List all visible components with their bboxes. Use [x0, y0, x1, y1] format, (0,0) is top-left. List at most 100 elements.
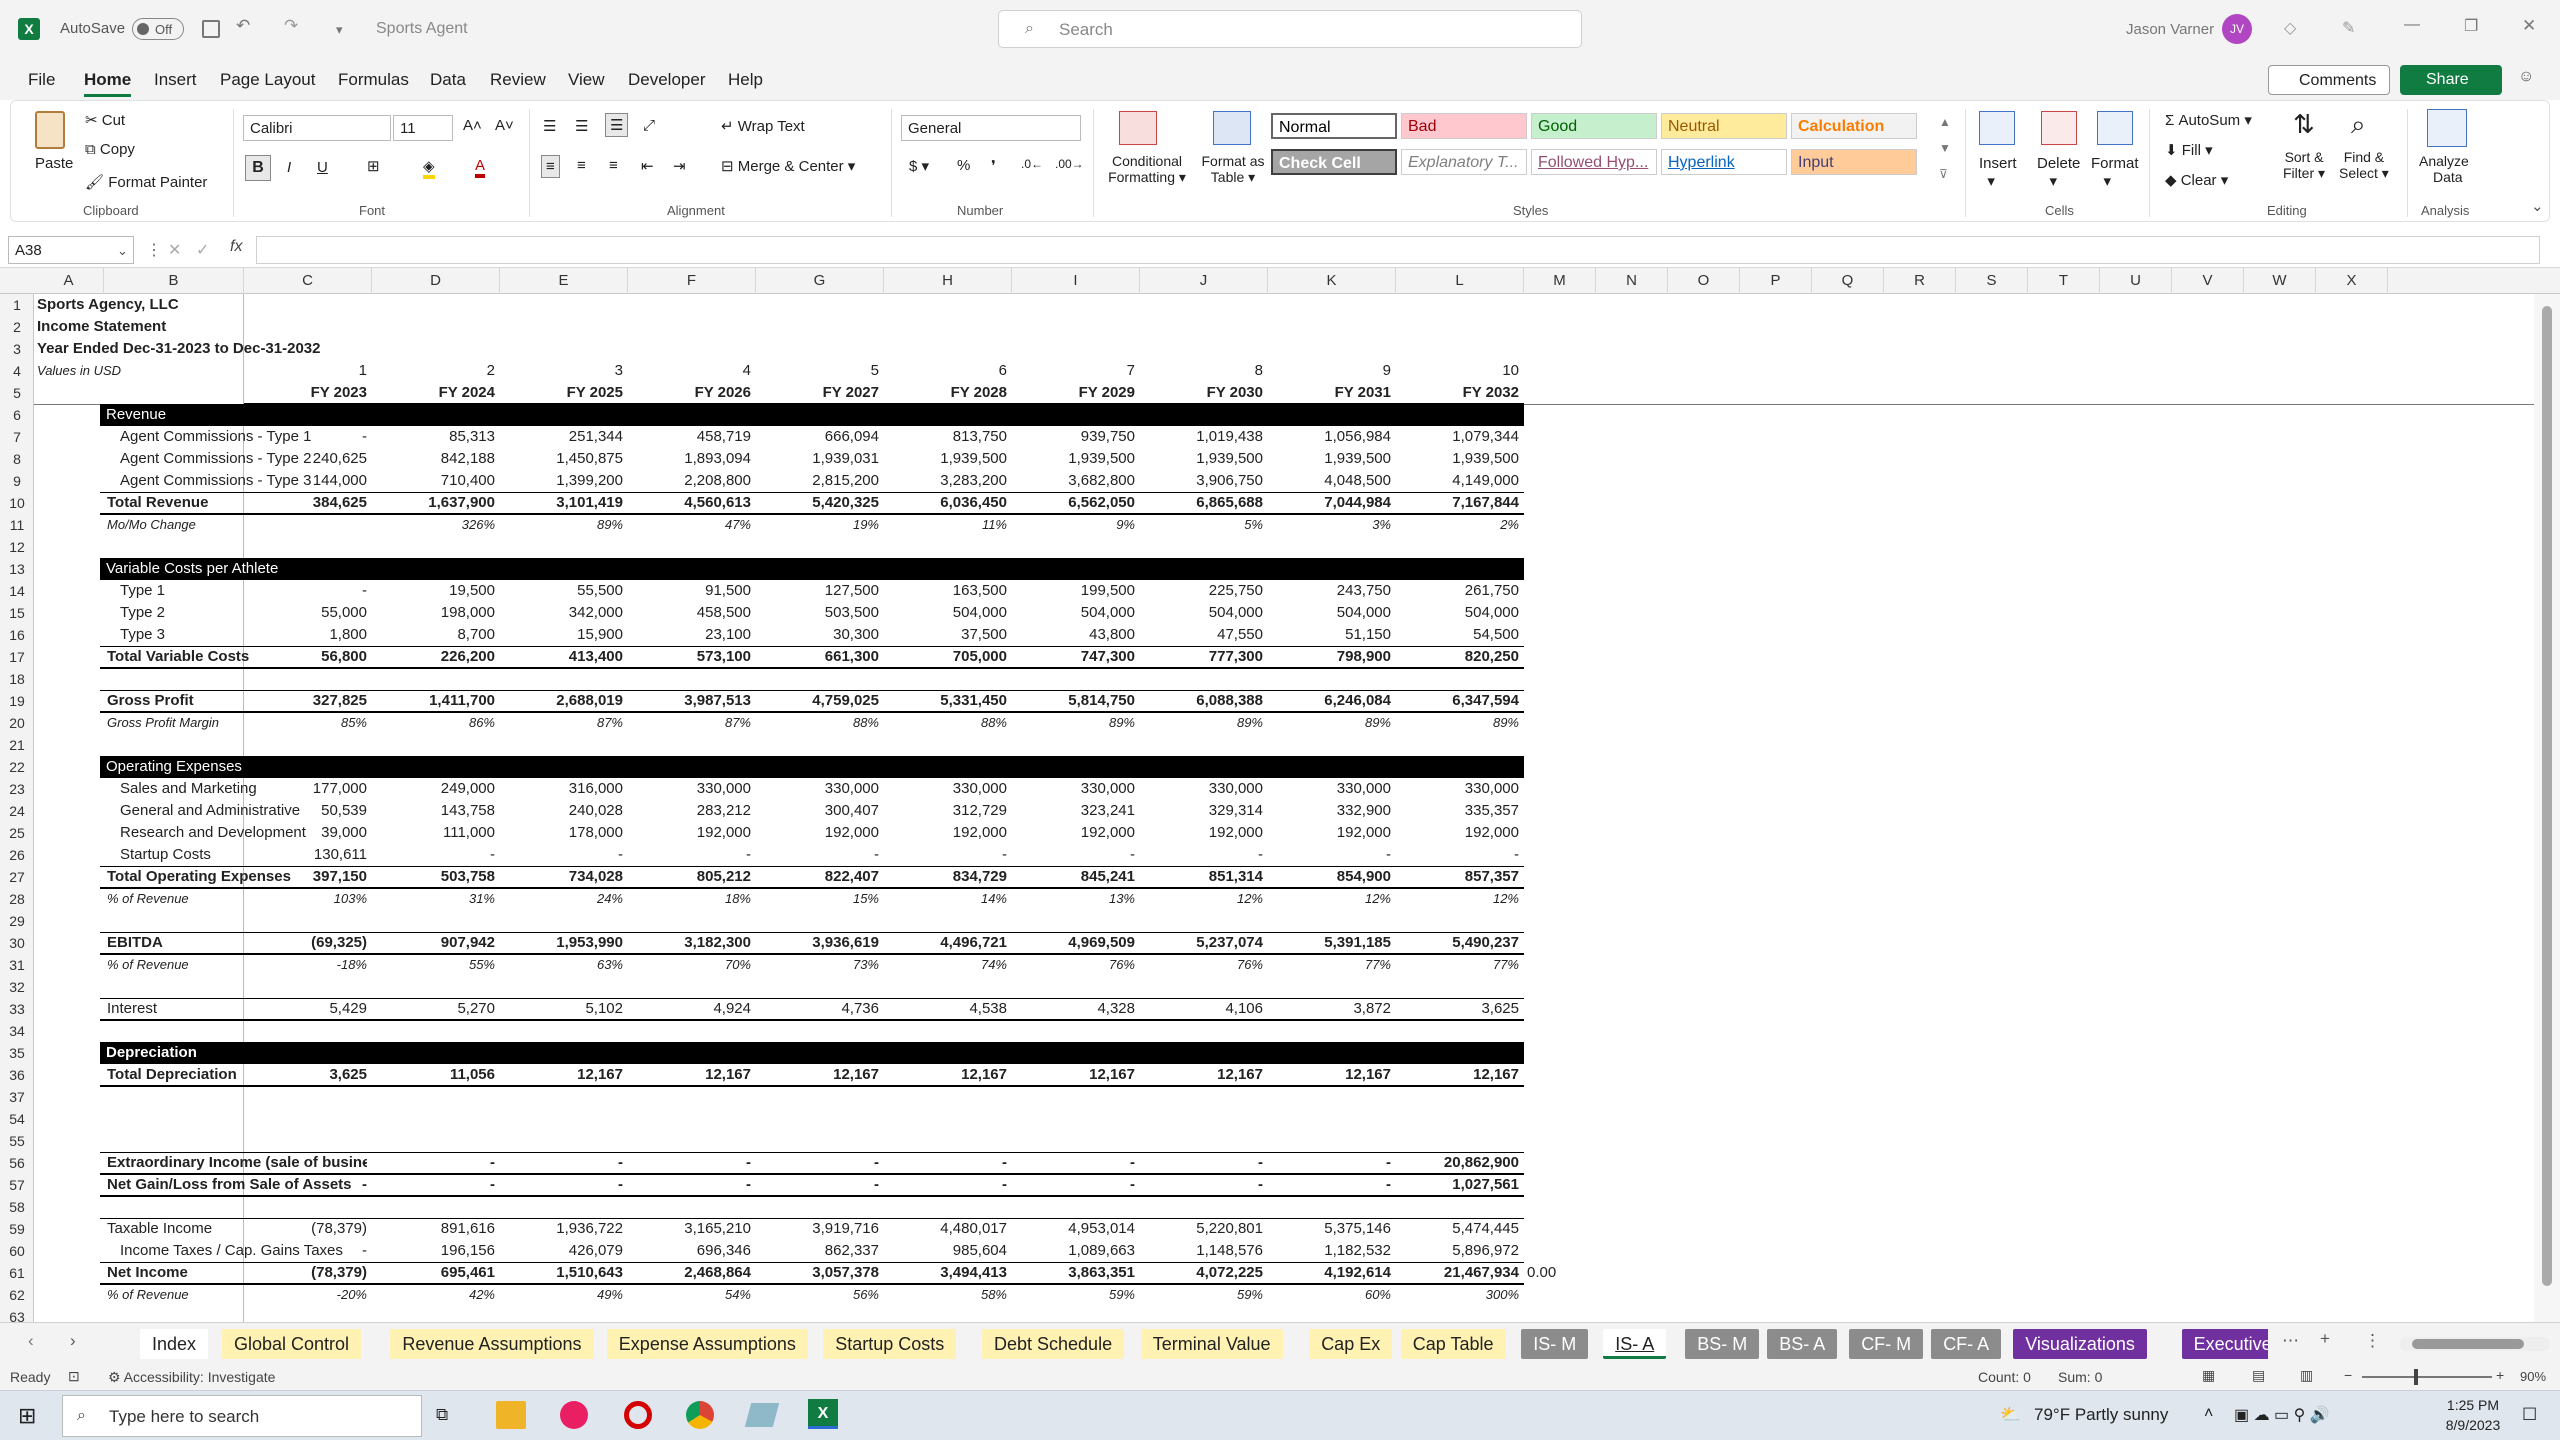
row-header-27[interactable]: 27	[0, 866, 34, 888]
row-header-35[interactable]: 35	[0, 1042, 34, 1064]
row-header-32[interactable]: 32	[0, 976, 34, 998]
tray-icons[interactable]: ▣ ☁ ▭ ⚲ 🔊	[2234, 1405, 2330, 1425]
row-header-55[interactable]: 55	[0, 1130, 34, 1152]
format-cells-icon[interactable]	[2097, 111, 2133, 145]
row-header-37[interactable]: 37	[0, 1086, 34, 1108]
row-header-54[interactable]: 54	[0, 1108, 34, 1130]
macro-record-icon[interactable]: ⊡	[68, 1368, 80, 1385]
undo-icon[interactable]: ↶	[236, 16, 250, 36]
row-header-4[interactable]: 4	[0, 360, 34, 382]
menu-page-layout[interactable]: Page Layout	[220, 70, 315, 90]
row-header-59[interactable]: 59	[0, 1218, 34, 1240]
align-right-icon[interactable]: ≡	[609, 157, 618, 174]
zoom-slider-handle[interactable]	[2414, 1369, 2418, 1385]
row-header-7[interactable]: 7	[0, 426, 34, 448]
feedback-icon[interactable]: ☺	[2518, 68, 2534, 86]
column-header-c[interactable]: C	[244, 268, 372, 294]
maximize-icon[interactable]: ❐	[2464, 16, 2478, 36]
zoom-slider[interactable]	[2362, 1369, 2492, 1385]
column-header-a[interactable]: A	[34, 268, 104, 294]
increase-font-icon[interactable]: A˄	[463, 117, 482, 134]
column-header-e[interactable]: E	[500, 268, 628, 294]
column-header-k[interactable]: K	[1268, 268, 1396, 294]
tab-index[interactable]: Index	[140, 1329, 209, 1359]
cell-style-explanatory-t-[interactable]: Explanatory T...	[1401, 149, 1527, 175]
cancel-icon[interactable]: ✕	[168, 240, 181, 260]
column-header-l[interactable]: L	[1396, 268, 1524, 294]
underline-icon[interactable]: U	[317, 159, 328, 176]
row-header-2[interactable]: 2	[0, 316, 34, 338]
row-header-31[interactable]: 31	[0, 954, 34, 976]
menu-review[interactable]: Review	[490, 70, 546, 90]
excel-taskbar-icon[interactable]: X	[808, 1399, 838, 1429]
column-header-o[interactable]: O	[1668, 268, 1740, 294]
enter-icon[interactable]: ✓	[196, 240, 209, 260]
format-painter-button[interactable]: 🖌 Format Painter	[85, 173, 207, 191]
row-header-58[interactable]: 58	[0, 1196, 34, 1218]
increase-decimal-icon[interactable]: .0←	[1021, 157, 1043, 171]
row-header-33[interactable]: 33	[0, 998, 34, 1020]
cell-style-calculation[interactable]: Calculation	[1791, 113, 1917, 139]
menu-insert[interactable]: Insert	[154, 70, 197, 90]
row-header-19[interactable]: 19	[0, 690, 34, 712]
menu-data[interactable]: Data	[430, 70, 466, 90]
percent-icon[interactable]: %	[957, 157, 970, 174]
notifications-icon[interactable]: ☐	[2522, 1405, 2537, 1425]
menu-view[interactable]: View	[568, 70, 605, 90]
cut-button[interactable]: ✂ Cut	[85, 111, 125, 129]
row-header-17[interactable]: 17	[0, 646, 34, 668]
document-title[interactable]: Sports Agent	[376, 20, 468, 38]
copy-button[interactable]: ⧉ Copy	[85, 141, 135, 158]
delete-cells-button[interactable]: Delete ▾	[2037, 155, 2080, 190]
column-header-p[interactable]: P	[1740, 268, 1812, 294]
row-header-1[interactable]: 1	[0, 294, 34, 316]
more-icon[interactable]: ⋮	[146, 240, 162, 260]
align-left-icon[interactable]: ≡	[541, 155, 560, 178]
row-header-20[interactable]: 20	[0, 712, 34, 734]
italic-icon[interactable]: I	[287, 159, 291, 176]
format-cells-button[interactable]: Format ▾	[2091, 155, 2139, 190]
redo-icon[interactable]: ↷	[284, 16, 298, 36]
cell-style-normal[interactable]: Normal	[1271, 113, 1397, 139]
column-header-i[interactable]: I	[1012, 268, 1140, 294]
save-icon[interactable]	[202, 20, 220, 38]
row-header-13[interactable]: 13	[0, 558, 34, 580]
cell-style-followed-hyp-[interactable]: Followed Hyp...	[1531, 149, 1657, 175]
row-header-62[interactable]: 62	[0, 1284, 34, 1306]
find-select-button[interactable]: Find & Select ▾	[2339, 149, 2389, 182]
horizontal-scrollbar[interactable]	[2400, 1337, 2550, 1351]
clock-date[interactable]: 8/9/2023	[2434, 1417, 2512, 1433]
column-header-n[interactable]: N	[1596, 268, 1668, 294]
row-header-22[interactable]: 22	[0, 756, 34, 778]
format-as-table-button[interactable]: Format as Table ▾	[1195, 153, 1271, 186]
styles-scroll-down-icon[interactable]: ▼	[1939, 141, 1951, 155]
row-header-34[interactable]: 34	[0, 1020, 34, 1042]
align-top-icon[interactable]: ☰	[543, 117, 556, 135]
row-header-29[interactable]: 29	[0, 910, 34, 932]
row-header-6[interactable]: 6	[0, 404, 34, 426]
row-header-5[interactable]: 5	[0, 382, 34, 404]
taskbar-search[interactable]: ⌕ Type here to search	[62, 1395, 422, 1437]
opera-icon[interactable]	[624, 1401, 652, 1429]
tray-chevron-icon[interactable]: ˄	[2204, 1405, 2213, 1423]
analyze-data-button[interactable]: Analyze Data	[2419, 153, 2469, 185]
row-header-28[interactable]: 28	[0, 888, 34, 910]
column-header-g[interactable]: G	[756, 268, 884, 294]
tab-next-icon[interactable]: ›	[70, 1331, 76, 1351]
formula-input[interactable]	[256, 236, 2540, 264]
menu-home[interactable]: Home	[84, 70, 132, 97]
page-break-view-icon[interactable]: ▥	[2300, 1367, 2313, 1384]
borders-icon[interactable]: ⊞	[367, 157, 380, 175]
tab-cap-table[interactable]: Cap Table	[1400, 1329, 1506, 1359]
fill-color-icon[interactable]: ◈	[423, 157, 435, 179]
row-header-30[interactable]: 30	[0, 932, 34, 954]
cell-style-check-cell[interactable]: Check Cell	[1271, 149, 1397, 175]
column-header-h[interactable]: H	[884, 268, 1012, 294]
decrease-font-icon[interactable]: A˅	[495, 117, 514, 134]
find-icon[interactable]: ⌕	[2351, 109, 2366, 141]
zoom-level[interactable]: 90%	[2520, 1369, 2546, 1384]
font-size-select[interactable]: 11	[393, 115, 453, 141]
row-header-60[interactable]: 60	[0, 1240, 34, 1262]
column-header-s[interactable]: S	[1956, 268, 2028, 294]
row-header-12[interactable]: 12	[0, 536, 34, 558]
